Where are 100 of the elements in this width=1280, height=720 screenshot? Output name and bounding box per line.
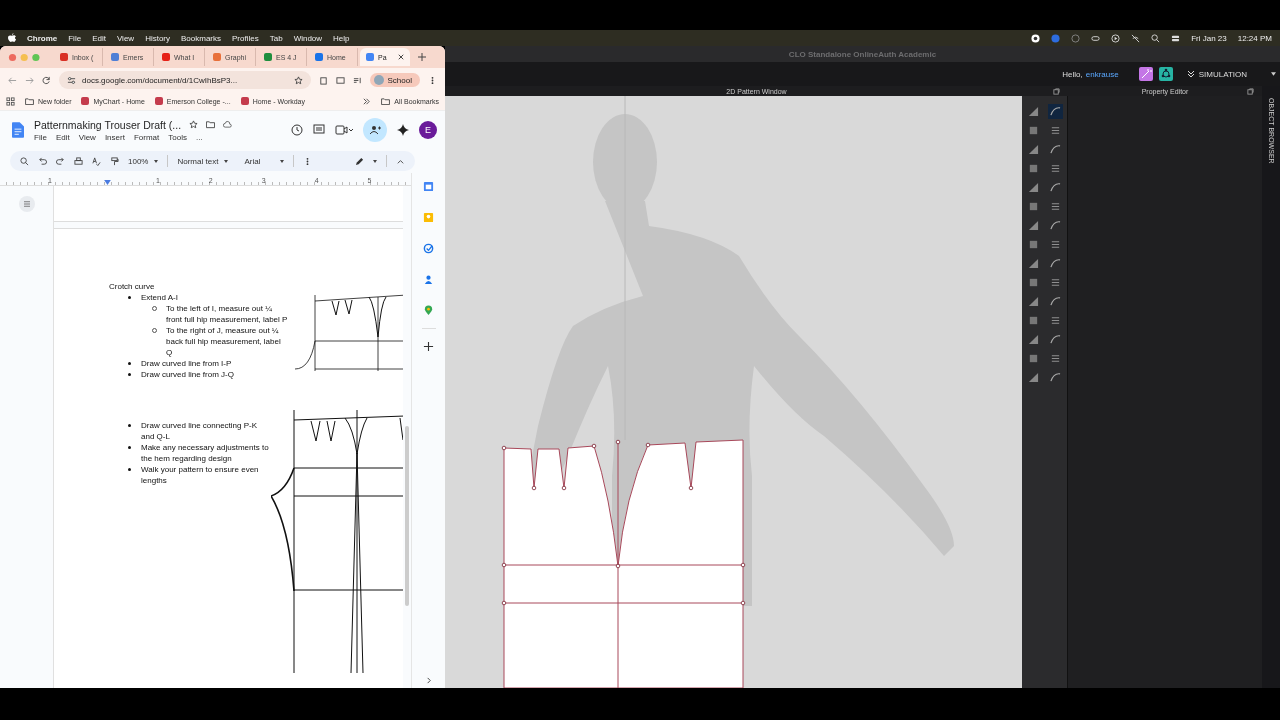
tool-icon[interactable] bbox=[1048, 104, 1064, 119]
undock-icon[interactable] bbox=[1247, 87, 1254, 95]
menu-item[interactable]: Window bbox=[293, 33, 323, 43]
folder-icon bbox=[25, 97, 34, 105]
menu-item[interactable]: File bbox=[34, 132, 47, 142]
bullet-icon bbox=[128, 362, 131, 365]
bullet-icon bbox=[128, 424, 131, 427]
menu-item[interactable]: Tab bbox=[269, 33, 283, 43]
mode-dropdown[interactable]: SIMULATION bbox=[1186, 69, 1247, 79]
menu-item[interactable]: View bbox=[78, 132, 96, 142]
bullet-icon bbox=[128, 446, 131, 449]
list-item: Draw curved line from I-P bbox=[141, 358, 232, 369]
chevron-double-icon[interactable] bbox=[362, 96, 372, 106]
heading-text: Crotch curve bbox=[109, 281, 156, 292]
bullet-icon bbox=[128, 373, 131, 376]
clock-text: 12:24 PM bbox=[1237, 33, 1272, 43]
add-icon[interactable] bbox=[423, 341, 434, 352]
menu-item[interactable]: History bbox=[145, 33, 170, 43]
menu-item[interactable]: File bbox=[68, 33, 82, 43]
reload-icon[interactable] bbox=[42, 75, 51, 85]
favicon-icon bbox=[240, 97, 249, 105]
record-icon[interactable] bbox=[1031, 33, 1041, 43]
menu-item[interactable]: Insert bbox=[104, 132, 125, 142]
address-bar[interactable]: docs.google.com/document/d/1CwIhBsP3... bbox=[59, 71, 311, 89]
menu-item[interactable]: Edit bbox=[55, 132, 70, 142]
search-icon[interactable] bbox=[1151, 33, 1161, 43]
list-icon bbox=[22, 201, 31, 207]
profile-button[interactable]: School bbox=[369, 73, 420, 87]
menu-item[interactable]: View bbox=[116, 33, 135, 43]
new-tab-icon[interactable] bbox=[418, 53, 426, 61]
menu-item[interactable]: Bookmarks bbox=[181, 33, 222, 43]
contacts-icon[interactable] bbox=[423, 274, 434, 285]
print-icon[interactable] bbox=[74, 156, 83, 166]
style-dropdown[interactable]: Normal text bbox=[177, 156, 236, 166]
star-icon[interactable] bbox=[189, 120, 199, 129]
wand-icon[interactable] bbox=[1138, 67, 1153, 81]
redo-icon[interactable] bbox=[56, 156, 65, 166]
list-item: Extend A-I bbox=[141, 292, 178, 303]
paint-roller-icon[interactable] bbox=[110, 156, 119, 166]
wifi-off-icon[interactable] bbox=[1131, 33, 1141, 43]
extensions-icon[interactable] bbox=[318, 75, 328, 85]
caret-icon[interactable] bbox=[1271, 72, 1276, 76]
spellcheck-icon[interactable] bbox=[92, 156, 101, 166]
history-icon[interactable] bbox=[291, 124, 303, 136]
comment-icon[interactable] bbox=[313, 124, 325, 136]
zoom-dropdown[interactable]: 100% bbox=[128, 156, 159, 166]
network-icon[interactable] bbox=[1158, 67, 1173, 81]
list-item: Walk your pattern to ensure even lengths bbox=[141, 464, 260, 486]
zoom-app-icon[interactable] bbox=[1051, 33, 1061, 43]
folder-icon bbox=[381, 97, 391, 105]
bullet-icon bbox=[128, 468, 131, 471]
menu-item[interactable]: Format bbox=[133, 132, 160, 142]
undock-icon[interactable] bbox=[1053, 87, 1060, 95]
document-icon[interactable] bbox=[12, 122, 24, 138]
trouser-pattern-piece[interactable] bbox=[501, 439, 746, 688]
control-center-icon[interactable] bbox=[1171, 33, 1181, 43]
star-icon[interactable] bbox=[293, 75, 303, 85]
map-pin-icon[interactable] bbox=[423, 305, 434, 316]
add-person-icon bbox=[369, 124, 381, 136]
tab-search-icon[interactable] bbox=[335, 75, 345, 85]
site-settings-icon[interactable] bbox=[67, 75, 76, 85]
search-icon[interactable] bbox=[20, 156, 29, 166]
apps-grid-icon[interactable] bbox=[6, 96, 15, 106]
user-avatar[interactable]: E bbox=[419, 121, 437, 139]
undo-icon[interactable] bbox=[38, 156, 47, 166]
menu-item[interactable]: Profiles bbox=[232, 33, 259, 43]
favicon-icon bbox=[81, 97, 90, 105]
list-item: To the left of I, measure out ¼ front full hip measurement, label P bbox=[166, 303, 289, 325]
sparkle-icon[interactable] bbox=[397, 124, 409, 136]
menu-item[interactable]: ... bbox=[195, 132, 203, 142]
cloud-icon[interactable] bbox=[223, 120, 233, 129]
bullet-icon bbox=[128, 296, 131, 299]
media-control-icon[interactable] bbox=[352, 75, 362, 85]
list-item: Draw curved line connecting P-K and Q-L bbox=[141, 420, 259, 442]
share-button[interactable] bbox=[363, 118, 387, 142]
chevron-right-icon[interactable] bbox=[425, 677, 432, 684]
close-icon[interactable] bbox=[398, 54, 404, 60]
favicon-icon bbox=[154, 97, 163, 105]
tasks-icon[interactable] bbox=[423, 243, 434, 254]
video-call-icon[interactable] bbox=[335, 124, 353, 136]
menu-item[interactable]: Help bbox=[333, 33, 350, 43]
app-menu[interactable]: Chrome bbox=[27, 33, 58, 43]
globe-icon[interactable] bbox=[1071, 33, 1081, 43]
double-chevron-icon bbox=[1186, 70, 1195, 78]
font-dropdown[interactable]: Arial bbox=[244, 156, 285, 166]
outline-button[interactable] bbox=[18, 196, 35, 212]
list-item: To the right of J, measure out ¼ back full hip measurement, label Q bbox=[166, 325, 282, 358]
play-icon[interactable] bbox=[1111, 33, 1121, 43]
date-text: Fri Jan 23 bbox=[1191, 33, 1227, 43]
list-item: Make any necessary adjustments to the hem regarding design bbox=[141, 442, 270, 464]
menu-item[interactable]: Edit bbox=[92, 33, 106, 43]
folder-icon[interactable] bbox=[206, 120, 216, 129]
username-link[interactable]: enkrause bbox=[1085, 69, 1119, 79]
menu-item[interactable]: Tools bbox=[168, 132, 187, 142]
list-item: Draw curved line from J-Q bbox=[141, 369, 234, 380]
pencil-icon[interactable] bbox=[355, 156, 364, 166]
document-title[interactable]: Patternmaking Trouser Draft (... bbox=[34, 118, 182, 131]
calendar-icon[interactable] bbox=[423, 181, 434, 192]
window-title: CLO Standalone OnlineAuth Academic bbox=[788, 49, 937, 59]
apple-logo-icon[interactable] bbox=[8, 33, 16, 43]
